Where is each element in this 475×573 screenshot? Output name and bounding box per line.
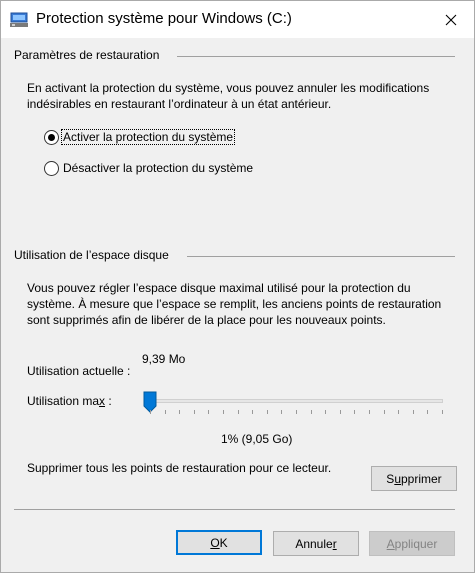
current-usage-label: Utilisation actuelle : [27, 364, 131, 378]
slider-tick [208, 410, 209, 414]
slider-tick [340, 410, 341, 414]
slider-tick [384, 410, 385, 414]
disk-description: Vous pouvez régler l’espace disque maxim… [27, 281, 442, 327]
slider-tick [427, 410, 428, 414]
current-usage-value: 9,39 Mo [142, 352, 186, 366]
delete-button[interactable]: Su pprimer [371, 466, 457, 491]
radio-label: Désactiver la protection du système [63, 161, 254, 175]
delete-points-text: Supprimer tous les points de restauratio… [27, 461, 332, 475]
slider-tick [398, 410, 399, 414]
system-protection-icon [10, 12, 28, 27]
title-bar[interactable]: Protection système pour Windows (C:) [1, 1, 474, 38]
restore-settings-title: Paramètres de restauration [14, 48, 160, 62]
slider-value-text: 1% (9,05 Go) [221, 432, 293, 446]
slider-tick [267, 410, 268, 414]
max-usage-slider-track[interactable] [150, 399, 443, 403]
ok-button[interactable]: OK [176, 530, 262, 555]
radio-disable-protection[interactable]: Désactiver la protection du système [44, 159, 254, 177]
slider-tick [223, 410, 224, 414]
close-button[interactable] [428, 1, 474, 38]
section-divider [177, 56, 455, 57]
slider-tick [442, 410, 443, 414]
section-divider [187, 256, 455, 257]
restore-description: En activant la protection du système, vo… [27, 81, 430, 111]
slider-tick [150, 410, 151, 414]
slider-tick [165, 410, 166, 414]
slider-tick [252, 410, 253, 414]
slider-tick [311, 410, 312, 414]
footer-divider [14, 509, 455, 510]
apply-button: Appliquer [369, 531, 455, 556]
slider-tick [194, 410, 195, 414]
radio-button[interactable] [44, 129, 59, 145]
close-icon [445, 14, 457, 25]
slider-tick [281, 410, 282, 414]
slider-tick [325, 410, 326, 414]
radio-button[interactable] [44, 160, 59, 176]
slider-tick [369, 410, 370, 414]
max-usage-label: Utilisation max : [27, 394, 112, 408]
disk-usage-title: Utilisation de l’espace disque [14, 248, 169, 262]
radio-enable-protection[interactable]: Activer la protection du système [44, 128, 236, 146]
slider-tick [296, 410, 297, 414]
slider-tick [238, 410, 239, 414]
cancel-button[interactable]: Annule r [273, 531, 359, 556]
dialog-window: Protection système pour Windows (C:) Par… [0, 0, 475, 573]
slider-tick [179, 410, 180, 414]
slider-tick [413, 410, 414, 414]
slider-tick [354, 410, 355, 414]
window-title: Protection système pour Windows (C:) [36, 10, 292, 27]
radio-label: Activer la protection du système [60, 129, 236, 145]
